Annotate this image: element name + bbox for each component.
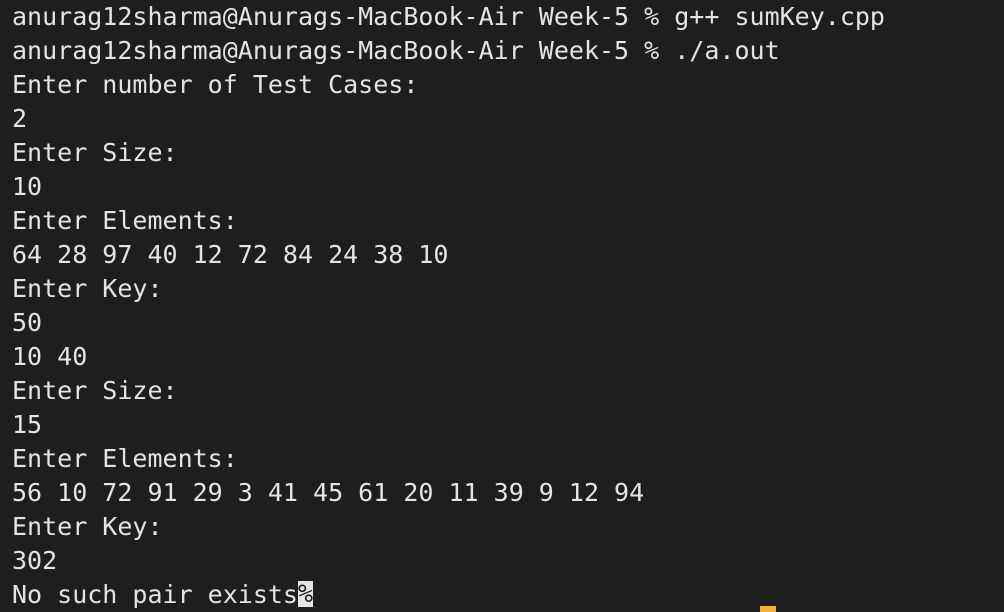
terminal-line-18: No such pair exists% (12, 578, 1004, 612)
terminal-line-10: 50 (12, 308, 43, 337)
terminal-line-17: 302 (12, 546, 58, 575)
terminal-line-3: Enter number of Test Cases: (12, 70, 419, 99)
terminal-line-7: Enter Elements: (12, 206, 238, 235)
terminal-line-6: 10 (12, 172, 43, 201)
terminal-output: anurag12sharma@Anurags-MacBook-Air Week-… (12, 0, 1004, 612)
terminal-line-2: anurag12sharma@Anurags-MacBook-Air Week-… (12, 36, 780, 65)
terminal-line-14: Enter Elements: (12, 444, 238, 473)
terminal-line-13: 15 (12, 410, 43, 439)
terminal-line-9: Enter Key: (12, 274, 163, 303)
terminal-line-15: 56 10 72 91 29 3 41 45 61 20 11 39 9 12 … (12, 478, 645, 507)
terminal-line-5: Enter Size: (12, 138, 178, 167)
terminal-line-12: Enter Size: (12, 376, 178, 405)
terminal-line-4: 2 (12, 104, 28, 133)
end-of-line-mark: % (297, 579, 314, 608)
terminal-line-18-text: No such pair exists (12, 580, 298, 609)
terminal-window[interactable]: anurag12sharma@Anurags-MacBook-Air Week-… (0, 0, 1004, 612)
terminal-line-11: 10 40 (12, 342, 88, 371)
terminal-line-8: 64 28 97 40 12 72 84 24 38 10 (12, 240, 449, 269)
terminal-line-1: anurag12sharma@Anurags-MacBook-Air Week-… (12, 2, 885, 31)
cursor-block (760, 606, 776, 612)
terminal-line-16: Enter Key: (12, 512, 163, 541)
